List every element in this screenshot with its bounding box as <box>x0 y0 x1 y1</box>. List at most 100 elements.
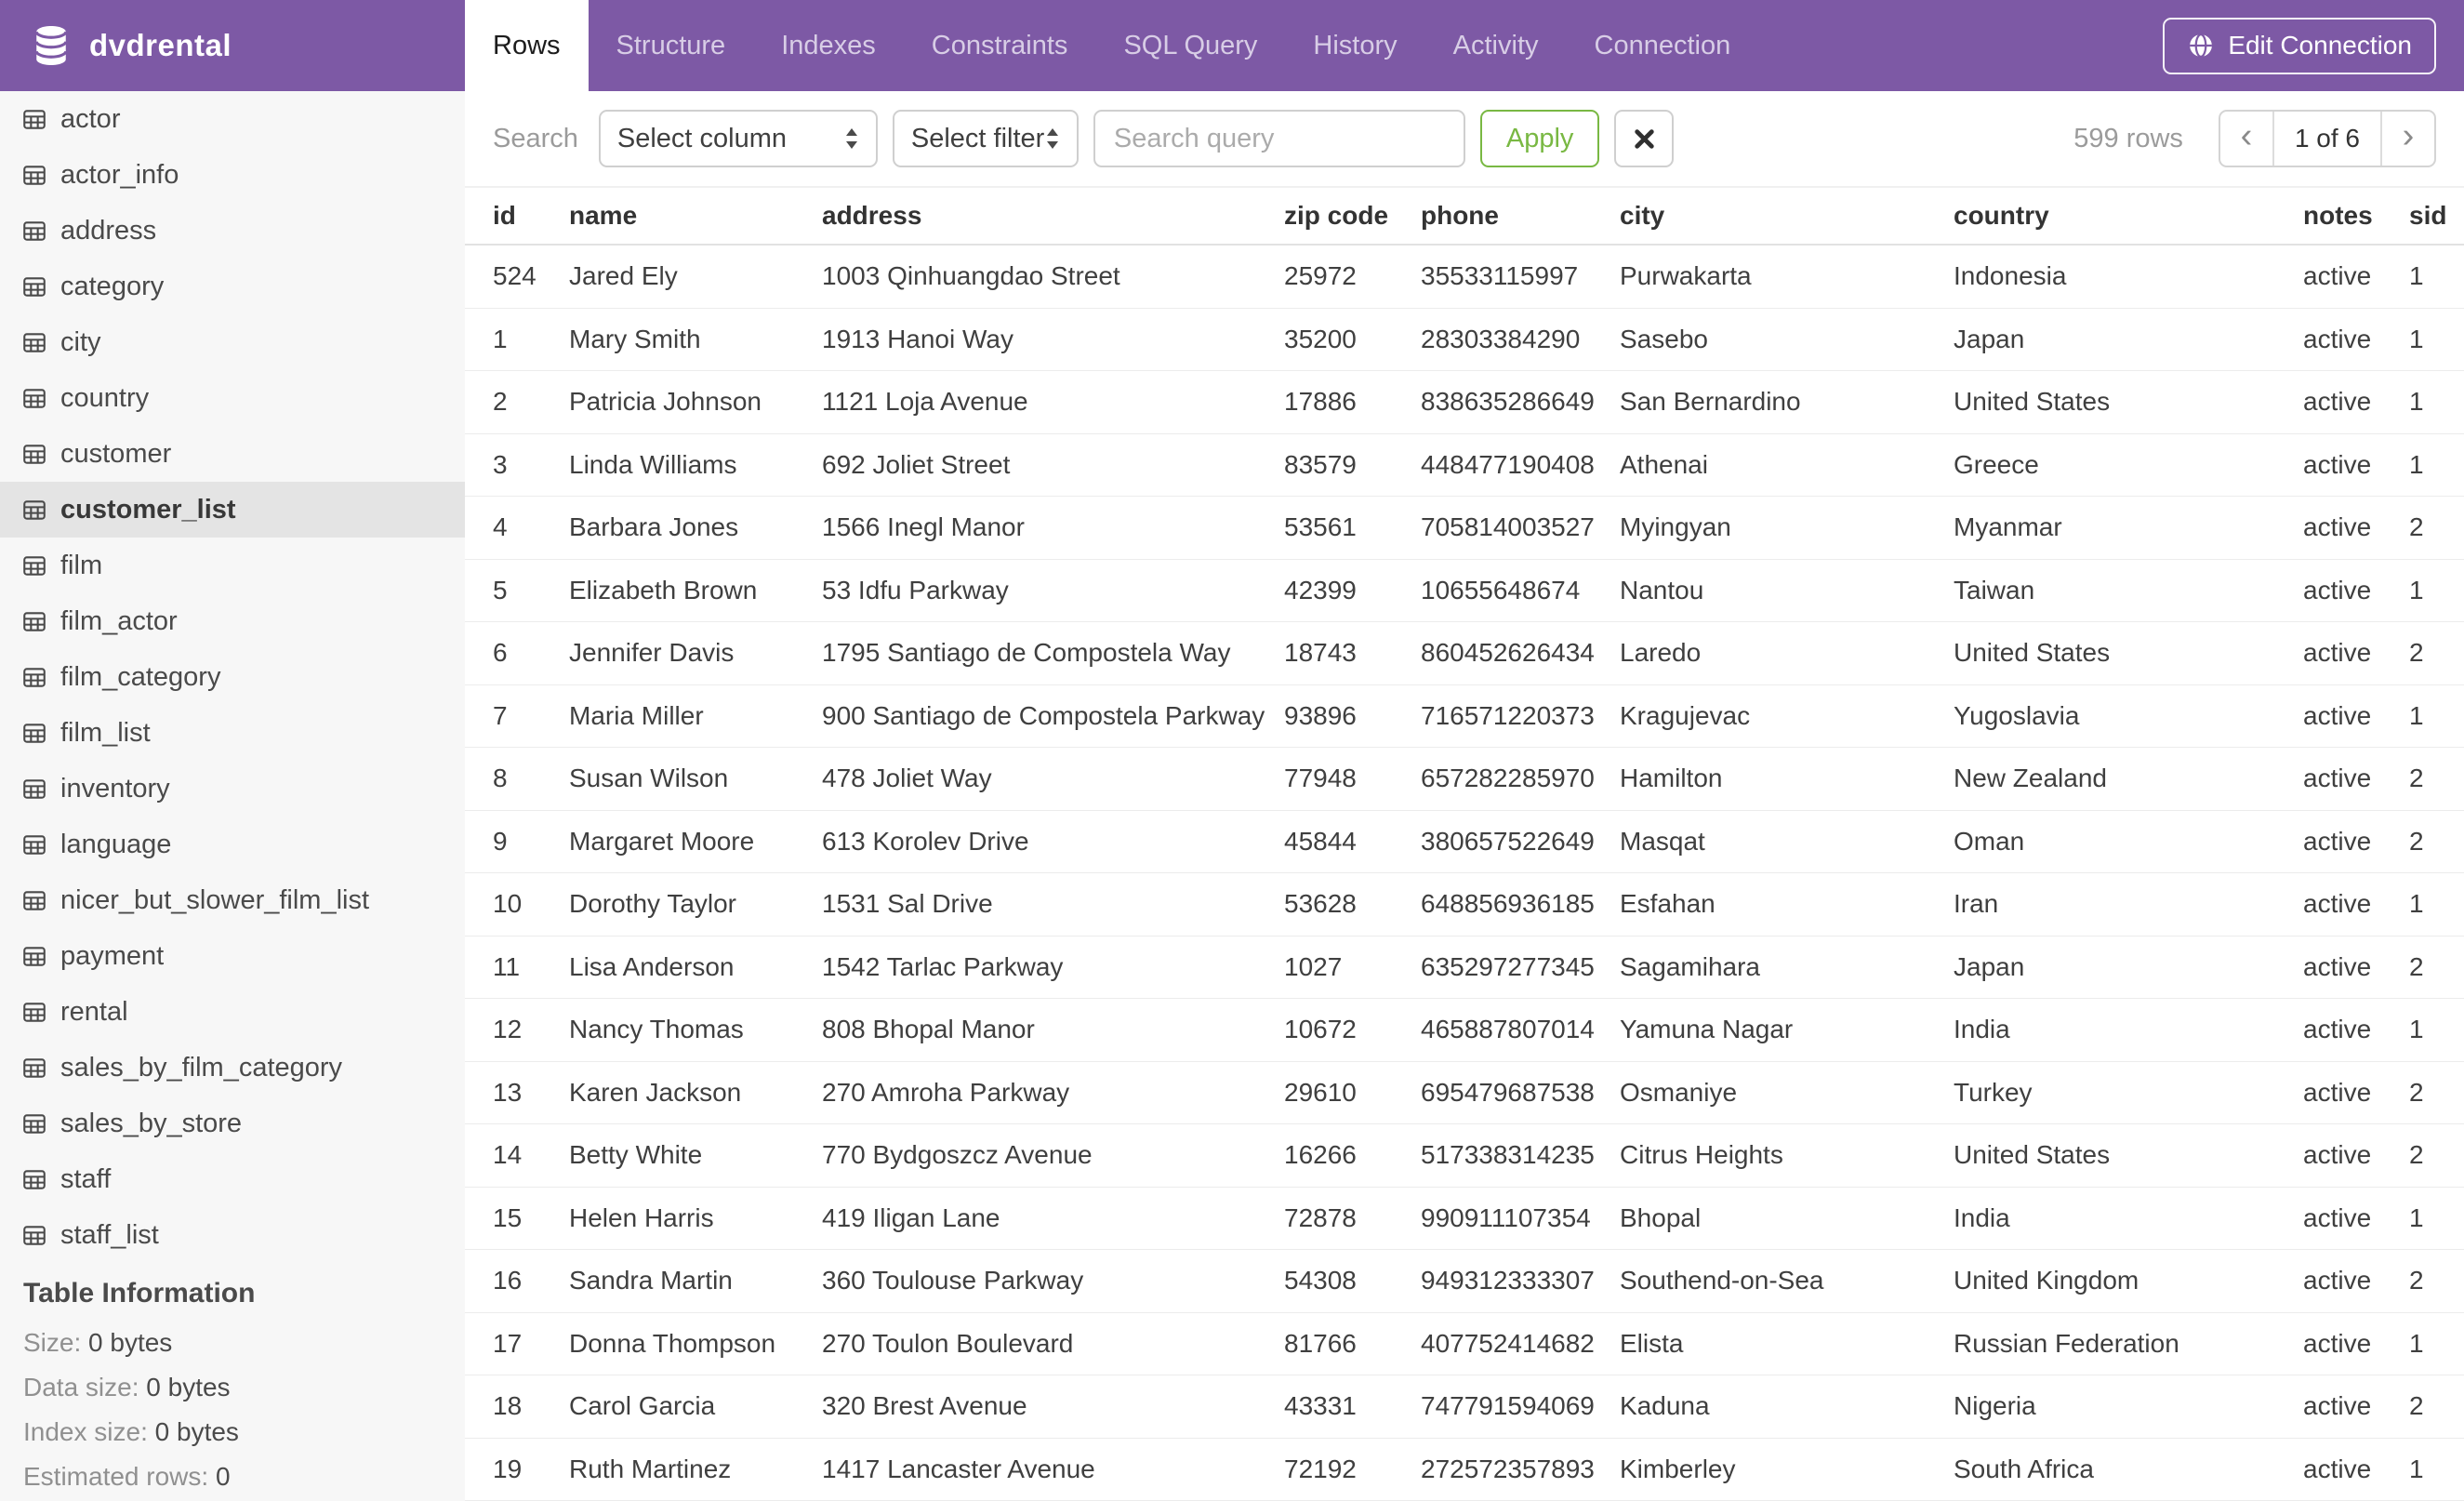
table-body: 524 Jared Ely 1003 Qinhuangdao Street 25972… <box>465 246 2464 1501</box>
column-header-phone[interactable]: phone <box>1421 201 1620 231</box>
column-header-city[interactable]: city <box>1620 201 1954 231</box>
sidebar-item-label: city <box>60 326 101 357</box>
table-cell: active <box>2303 700 2372 730</box>
sidebar-item-payment[interactable]: payment <box>0 928 465 984</box>
table-row[interactable]: 6 Jennifer Davis 1795 Santiago de Composte… <box>465 622 2464 685</box>
table-cell: active <box>2303 512 2372 542</box>
clear-search-button[interactable] <box>1614 110 1675 167</box>
table-row[interactable]: 8 Susan Wilson 478 Joliet Way 77948 65728228… <box>465 748 2464 811</box>
table-row[interactable]: 14 Betty White 770 Bydgoszcz Avenue 16266 51… <box>465 1124 2464 1188</box>
table-cell: Laredo <box>1620 638 1702 668</box>
sidebar-item-staff[interactable]: staff <box>0 1151 465 1207</box>
table-row[interactable]: 16 Sandra Martin 360 Toulouse Parkway 54308… <box>465 1250 2464 1313</box>
table-cell: South Africa <box>1954 1454 2094 1483</box>
column-header-sid[interactable]: sid <box>2409 201 2464 231</box>
table-cell: 2 <box>2409 951 2424 981</box>
sidebar-item-film_list[interactable]: film_list <box>0 705 465 761</box>
tab-rows[interactable]: Rows <box>465 0 589 91</box>
table-row[interactable]: 9 Margaret Moore 613 Korolev Drive 45844 380… <box>465 811 2464 873</box>
search-query-input[interactable] <box>1093 110 1465 167</box>
tab-connection[interactable]: Connection <box>1567 0 1759 91</box>
sidebar-item-staff_list[interactable]: staff_list <box>0 1207 465 1263</box>
tab-history[interactable]: History <box>1285 0 1424 91</box>
sidebar-item-address[interactable]: address <box>0 203 465 259</box>
sidebar-item-sales_by_film_category[interactable]: sales_by_film_category <box>0 1040 465 1096</box>
table-cell: 81766 <box>1284 1328 1357 1358</box>
table-row[interactable]: 7 Maria Miller 900 Santiago de Compostela … <box>465 685 2464 748</box>
table-cell: 2 <box>2409 638 2424 668</box>
table-row[interactable]: 11 Lisa Anderson 1542 Tarlac Parkway 1027 63… <box>465 936 2464 999</box>
column-header-name[interactable]: name <box>569 201 822 231</box>
column-header-country[interactable]: country <box>1954 201 2303 231</box>
app-header: dvdrental Rows Structure Indexes Constraint… <box>0 0 2464 91</box>
apply-button[interactable]: Apply <box>1479 110 1600 167</box>
sidebar-item-label: language <box>60 829 172 859</box>
sidebar-item-category[interactable]: category <box>0 259 465 314</box>
sidebar-item-nicer_but_slower_film_list[interactable]: nicer_but_slower_film_list <box>0 872 465 928</box>
table-cell: 77948 <box>1284 764 1357 793</box>
edit-connection-button[interactable]: Edit Connection <box>2163 17 2436 74</box>
column-header-id[interactable]: id <box>493 201 569 231</box>
table-row[interactable]: 3 Linda Williams 692 Joliet Street 83579 448… <box>465 434 2464 497</box>
tab-sql-query[interactable]: SQL Query <box>1095 0 1285 91</box>
table-cell: 83579 <box>1284 449 1357 479</box>
table-grid-icon <box>23 499 46 520</box>
sidebar-item-label: film <box>60 550 103 580</box>
tab-activity[interactable]: Activity <box>1425 0 1567 91</box>
sidebar-item-language[interactable]: language <box>0 817 465 872</box>
column-header-zip-code[interactable]: zip code <box>1284 201 1421 231</box>
sidebar-item-customer_list[interactable]: customer_list <box>0 482 465 538</box>
sidebar-item-inventory[interactable]: inventory <box>0 761 465 817</box>
table-row[interactable]: 17 Donna Thompson 270 Toulon Boulevard 8176… <box>465 1313 2464 1375</box>
table-row[interactable]: 12 Nancy Thomas 808 Bhopal Manor 10672 46588… <box>465 999 2464 1062</box>
table-cell: active <box>2303 951 2372 981</box>
table-cell: Bhopal <box>1620 1202 1702 1232</box>
table-grid-icon <box>23 1225 46 1245</box>
sidebar-item-actor_info[interactable]: actor_info <box>0 147 465 203</box>
table-row[interactable]: 2 Patricia Johnson 1121 Loja Avenue 17886 83… <box>465 371 2464 434</box>
column-header-notes[interactable]: notes <box>2303 201 2409 231</box>
sidebar-item-label: film_list <box>60 717 151 748</box>
column-header-address[interactable]: address <box>822 201 1284 231</box>
table-cell: Jared Ely <box>569 261 678 291</box>
table-cell: Oman <box>1954 826 2025 856</box>
table-row[interactable]: 18 Carol Garcia 320 Brest Avenue 43331 74779… <box>465 1375 2464 1439</box>
sidebar-item-country[interactable]: country <box>0 370 465 426</box>
table-cell: 54308 <box>1284 1266 1357 1295</box>
info-value: 0 bytes <box>146 1373 231 1401</box>
sidebar-item-film[interactable]: film <box>0 538 465 593</box>
column-select[interactable]: Select column <box>598 110 878 167</box>
sidebar-item-city[interactable]: city <box>0 314 465 370</box>
table-cell: 35533115997 <box>1421 261 1579 291</box>
table-row[interactable]: 1 Mary Smith 1913 Hanoi Way 35200 2830338429… <box>465 309 2464 371</box>
table-row[interactable]: 19 Ruth Martinez 1417 Lancaster Avenue 7219… <box>465 1439 2464 1501</box>
tab-indexes[interactable]: Indexes <box>753 0 904 91</box>
sidebar-item-rental[interactable]: rental <box>0 984 465 1040</box>
table-cell: 716571220373 <box>1421 700 1595 730</box>
sidebar-item-film_actor[interactable]: film_actor <box>0 593 465 649</box>
sidebar-item-film_category[interactable]: film_category <box>0 649 465 705</box>
tab-structure[interactable]: Structure <box>589 0 754 91</box>
table-info-item: Size: 0 bytes <box>23 1321 442 1365</box>
tab-constraints[interactable]: Constraints <box>904 0 1096 91</box>
table-row[interactable]: 4 Barbara Jones 1566 Inegl Manor 53561 70581… <box>465 497 2464 560</box>
sidebar-item-customer[interactable]: customer <box>0 426 465 482</box>
table-cell: 2 <box>2409 1266 2424 1295</box>
table-row[interactable]: 524 Jared Ely 1003 Qinhuangdao Street 25972… <box>465 246 2464 309</box>
table-cell: Nancy Thomas <box>569 1015 744 1044</box>
table-cell: 53561 <box>1284 512 1357 542</box>
info-label: Size: <box>23 1328 82 1357</box>
next-page-button[interactable]: › <box>2382 112 2434 166</box>
table-cell: New Zealand <box>1954 764 2107 793</box>
sidebar-item-actor[interactable]: actor <box>0 91 465 147</box>
sidebar-item-sales_by_store[interactable]: sales_by_store <box>0 1096 465 1151</box>
table-row[interactable]: 15 Helen Harris 419 Iligan Lane 72878 990911… <box>465 1188 2464 1250</box>
table-row[interactable]: 13 Karen Jackson 270 Amroha Parkway 29610 69… <box>465 1062 2464 1124</box>
table-cell: 28303384290 <box>1421 324 1581 353</box>
table-row[interactable]: 5 Elizabeth Brown 53 Idfu Parkway 42399 1065… <box>465 560 2464 622</box>
table-grid-icon <box>23 1057 46 1078</box>
table-row[interactable]: 10 Dorothy Taylor 1531 Sal Drive 53628 64885… <box>465 873 2464 936</box>
table-cell: 648856936185 <box>1421 889 1595 919</box>
filter-select[interactable]: Select filter <box>892 110 1079 167</box>
prev-page-button[interactable]: ‹ <box>2220 112 2272 166</box>
